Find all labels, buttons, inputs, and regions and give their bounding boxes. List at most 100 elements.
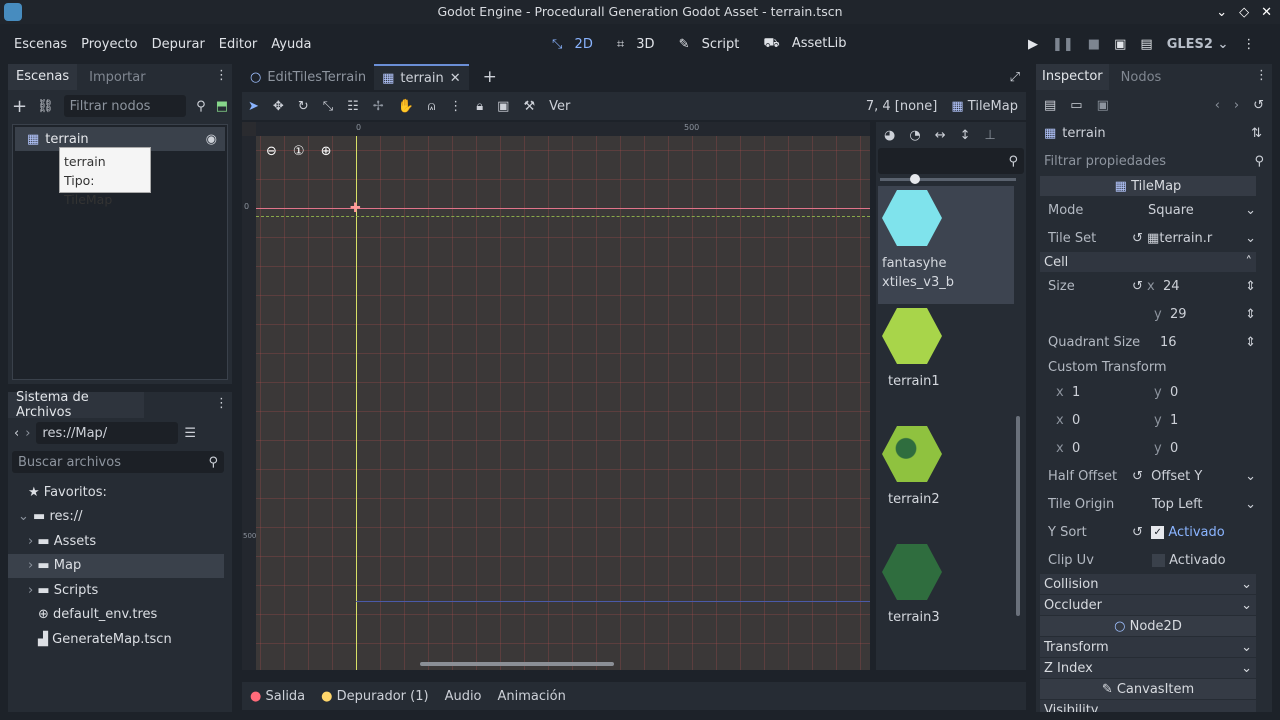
tree-assets[interactable]: › ▬ Assets [8,529,232,554]
revert-icon[interactable]: ↺ [1132,231,1143,246]
path-field[interactable]: res://Map/ [36,422,179,444]
dock-menu-icon[interactable]: ⋮ [215,68,228,83]
forward-icon[interactable]: › [25,426,30,441]
dock-menu-icon[interactable]: ⋮ [1255,68,1268,83]
lock-icon[interactable]: 🔒︎ [476,99,483,114]
mode-dropdown[interactable]: Square ⌄ [1148,203,1256,218]
tab-importar[interactable]: Importar [77,70,157,85]
group-icon[interactable]: ▣ [497,99,509,114]
spinner-icon[interactable]: ⇕ [1245,335,1256,350]
stop-icon[interactable]: ■ [1088,37,1100,52]
flip-h-icon[interactable]: ↔ [935,128,946,143]
tree-map[interactable]: › ▬ Map [8,553,224,578]
ct-y1-value[interactable]: 0 [1170,385,1178,400]
history-back-icon[interactable]: ‹ [1215,98,1220,113]
output-tab[interactable]: ● Salida [250,689,305,704]
ct-x1-value[interactable]: 1 [1072,385,1154,400]
maximize-icon[interactable]: ◇ [1239,5,1249,20]
clipuv-checkbox[interactable] [1152,553,1165,567]
size-x-value[interactable]: 24 [1163,279,1245,294]
tile-search-input[interactable]: ⚲ [878,148,1024,174]
play-icon[interactable]: ▶ [1028,37,1038,52]
filter-nodes-input[interactable]: Filtrar nodos [63,95,187,117]
revert-icon[interactable]: ↺ [1132,469,1143,484]
horizontal-scrollbar[interactable] [420,662,614,666]
tab-inspector[interactable]: Inspector [1036,64,1109,90]
half-offset-dropdown[interactable]: Offset Y ⌄ [1151,469,1256,484]
tile-origin-dropdown[interactable]: Top Left ⌄ [1152,497,1256,512]
section-zindex[interactable]: Z Index ⌄ [1040,658,1256,678]
ct-y3-value[interactable]: 0 [1170,441,1178,456]
snap-icon[interactable]: ⩄ [428,99,435,114]
quadrant-size-value[interactable]: 16 [1160,335,1245,350]
tree-generatemap[interactable]: ▟ GenerateMap.tscn [8,627,232,652]
play-scene-icon[interactable]: ▣ [1114,37,1126,52]
tile-item-2[interactable]: terrain2 [878,422,1014,540]
visibility-eye-icon[interactable]: ◉ [206,132,217,147]
spinner-icon[interactable]: ⇕ [1245,279,1256,294]
search-files-input[interactable]: Buscar archivos ⚲ [12,451,224,473]
mode-script-button[interactable]: ✎ Script [679,37,748,52]
close-tab-icon[interactable]: ✕ [450,71,461,86]
rotate-tool-icon[interactable]: ↻ [298,99,309,114]
snap-options-icon[interactable]: ⋮ [449,99,462,114]
debugger-tab[interactable]: ● Depurador (1) [321,689,428,704]
link-icon[interactable]: ⛓ [37,99,54,114]
menu-escenas[interactable]: Escenas [14,37,67,52]
mode-assetlib-button[interactable]: ⛟ AssetLib [763,36,854,53]
pause-icon[interactable]: ❚❚ [1052,37,1074,52]
history-forward-icon[interactable]: › [1234,98,1239,113]
filter-properties-placeholder[interactable]: Filtrar propiedades [1044,154,1166,169]
clear-transform-icon[interactable]: ⊥ [985,128,996,143]
canvas-viewport[interactable]: 0 500 0 500 ✚ ⊖ ① ⊕ [242,122,870,670]
mode-2d-button[interactable]: ⤡ 2D [552,37,601,52]
ct-x3-value[interactable]: 0 [1072,441,1154,456]
slider-handle[interactable] [910,174,920,184]
script-attach-icon[interactable]: ⬒ [216,99,228,114]
rotate-left-icon[interactable]: ◕ [884,128,895,143]
tab-terrain[interactable]: ▦ terrain ✕ [374,64,469,90]
move-tool-icon[interactable]: ✥ [273,99,284,114]
zoom-out-icon[interactable]: ⊖ [266,144,277,159]
bone-icon[interactable]: ⚒ [523,99,535,114]
rotate-right-icon[interactable]: ◔ [909,128,920,143]
tree-scripts[interactable]: › ▬ Scripts [8,578,232,603]
play-custom-icon[interactable]: ▤ [1140,37,1152,52]
more-icon[interactable]: ⋮ [1242,37,1255,52]
tree-favorites[interactable]: ★ Favoritos: [8,480,232,505]
mode-3d-button[interactable]: ⌗ 3D [617,37,663,52]
back-icon[interactable]: ‹ [14,426,19,441]
new-resource-icon[interactable]: ▤ [1044,98,1056,113]
menu-depurar[interactable]: Depurar [152,37,205,52]
ct-y2-value[interactable]: 1 [1170,413,1178,428]
menu-ayuda[interactable]: Ayuda [271,37,311,52]
animation-tab[interactable]: Animación [498,689,566,704]
fullscreen-icon[interactable]: ⤢ [1010,70,1020,85]
tree-res[interactable]: ⌄ ▬ res:// [8,505,232,530]
tileset-resource[interactable]: ▦ terrain.r ⌄ [1147,231,1256,246]
tile-item-0[interactable]: fantasyhe xtiles_v3_b [878,186,1014,304]
renderer-select[interactable]: GLES2 ⌄ [1167,37,1229,52]
add-node-icon[interactable]: + [12,96,27,117]
menu-proyecto[interactable]: Proyecto [81,37,138,52]
menu-editor[interactable]: Editor [219,37,257,52]
tree-env[interactable]: ⊕ default_env.tres [8,603,232,628]
close-icon[interactable]: ✕ [1261,5,1272,20]
tile-item-3[interactable]: terrain3 [878,540,1014,658]
zoom-in-icon[interactable]: ⊕ [321,144,332,159]
section-visibility[interactable]: Visibility [1040,700,1256,712]
section-collision[interactable]: Collision ⌄ [1040,574,1256,594]
add-tab-icon[interactable]: + [483,67,497,87]
tab-edittilesterrain[interactable]: ○ EditTilesTerrain [242,64,374,90]
pan-tool-icon[interactable]: ✋ [398,99,414,114]
revert-icon[interactable]: ↺ [1132,279,1143,294]
search-icon[interactable]: ⚲ [196,99,206,114]
section-cell[interactable]: Cell ˄ [1040,252,1256,272]
audio-tab[interactable]: Audio [445,689,482,704]
scale-tool-icon[interactable]: ⤡ [323,99,333,114]
pivot-tool-icon[interactable]: ✢ [373,99,384,114]
tilemap-menu[interactable]: ▦ TileMap [951,99,1018,114]
section-transform[interactable]: Transform ⌄ [1040,637,1256,657]
ysort-checkbox[interactable]: ✓ [1151,525,1165,539]
zoom-reset-icon[interactable]: ① [293,144,305,159]
